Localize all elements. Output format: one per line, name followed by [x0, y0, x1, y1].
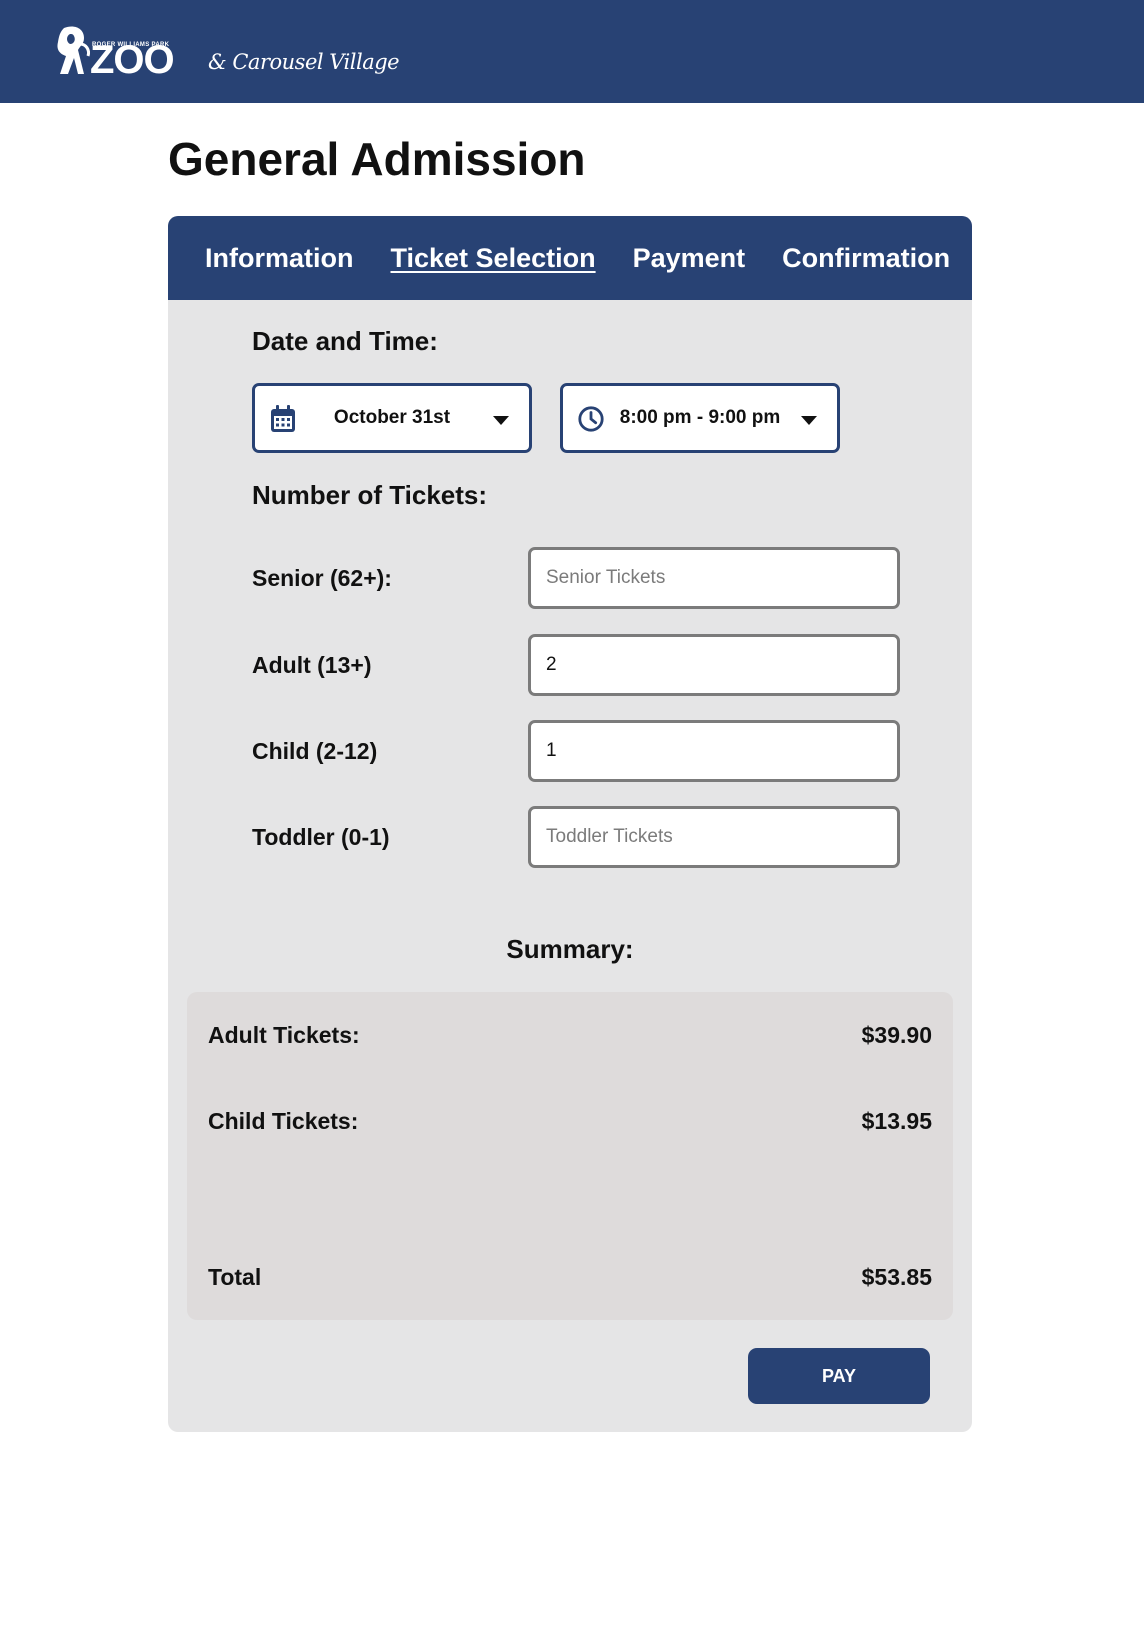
logo-zoo-text: ZOO: [90, 38, 175, 82]
summary-total: Total $53.85: [208, 1264, 932, 1291]
total-label: Total: [208, 1264, 262, 1290]
zoo-logo[interactable]: ROGER WILLIAMS PARK ZOO & Carousel Villa…: [50, 22, 400, 82]
summary-panel: Adult Tickets: $39.90 Child Tickets: $13…: [187, 992, 953, 1320]
summary-line-child: Child Tickets: $13.95: [208, 1108, 932, 1135]
child-tickets-input[interactable]: [528, 720, 900, 782]
time-select-value: 8:00 pm - 9:00 pm: [619, 407, 781, 428]
toddler-label: Toddler (0-1): [252, 824, 390, 850]
tab-ticket-selection[interactable]: Ticket Selection: [391, 243, 596, 274]
toddler-tickets-input[interactable]: [528, 806, 900, 868]
top-header-bar: ROGER WILLIAMS PARK ZOO & Carousel Villa…: [0, 0, 1144, 103]
logo-carousel-text: & Carousel Village: [208, 50, 400, 74]
summary-line-amount: $39.90: [861, 1022, 932, 1048]
tab-confirmation[interactable]: Confirmation: [782, 243, 950, 274]
tab-information[interactable]: Information: [205, 243, 354, 274]
time-select[interactable]: 8:00 pm - 9:00 pm: [560, 383, 840, 453]
senior-label: Senior (62+):: [252, 565, 392, 591]
tab-payment[interactable]: Payment: [633, 243, 746, 274]
chevron-down-icon: [493, 416, 509, 425]
summary-line-adult: Adult Tickets: $39.90: [208, 1022, 932, 1049]
step-tabs: Information Ticket Selection Payment Con…: [168, 216, 972, 300]
child-label: Child (2-12): [252, 738, 378, 764]
adult-label: Adult (13+): [252, 652, 372, 678]
total-amount: $53.85: [861, 1264, 932, 1290]
summary-line-label: Adult Tickets:: [208, 1022, 360, 1048]
summary-heading: Summary:: [506, 934, 634, 964]
pay-button[interactable]: PAY: [748, 1348, 930, 1404]
ticket-form-card: Information Ticket Selection Payment Con…: [168, 216, 972, 1432]
chevron-down-icon: [801, 416, 817, 425]
tickets-heading: Number of Tickets:: [252, 480, 488, 510]
date-time-heading: Date and Time:: [252, 326, 438, 356]
adult-tickets-input[interactable]: [528, 634, 900, 696]
senior-tickets-input[interactable]: [528, 547, 900, 609]
summary-line-label: Child Tickets:: [208, 1108, 359, 1134]
date-select-value: October 31st: [333, 407, 451, 428]
page-title: General Admission: [168, 133, 586, 185]
summary-line-amount: $13.95: [861, 1108, 932, 1134]
date-select[interactable]: October 31st: [252, 383, 532, 453]
elephant-logo-icon: [57, 26, 90, 74]
